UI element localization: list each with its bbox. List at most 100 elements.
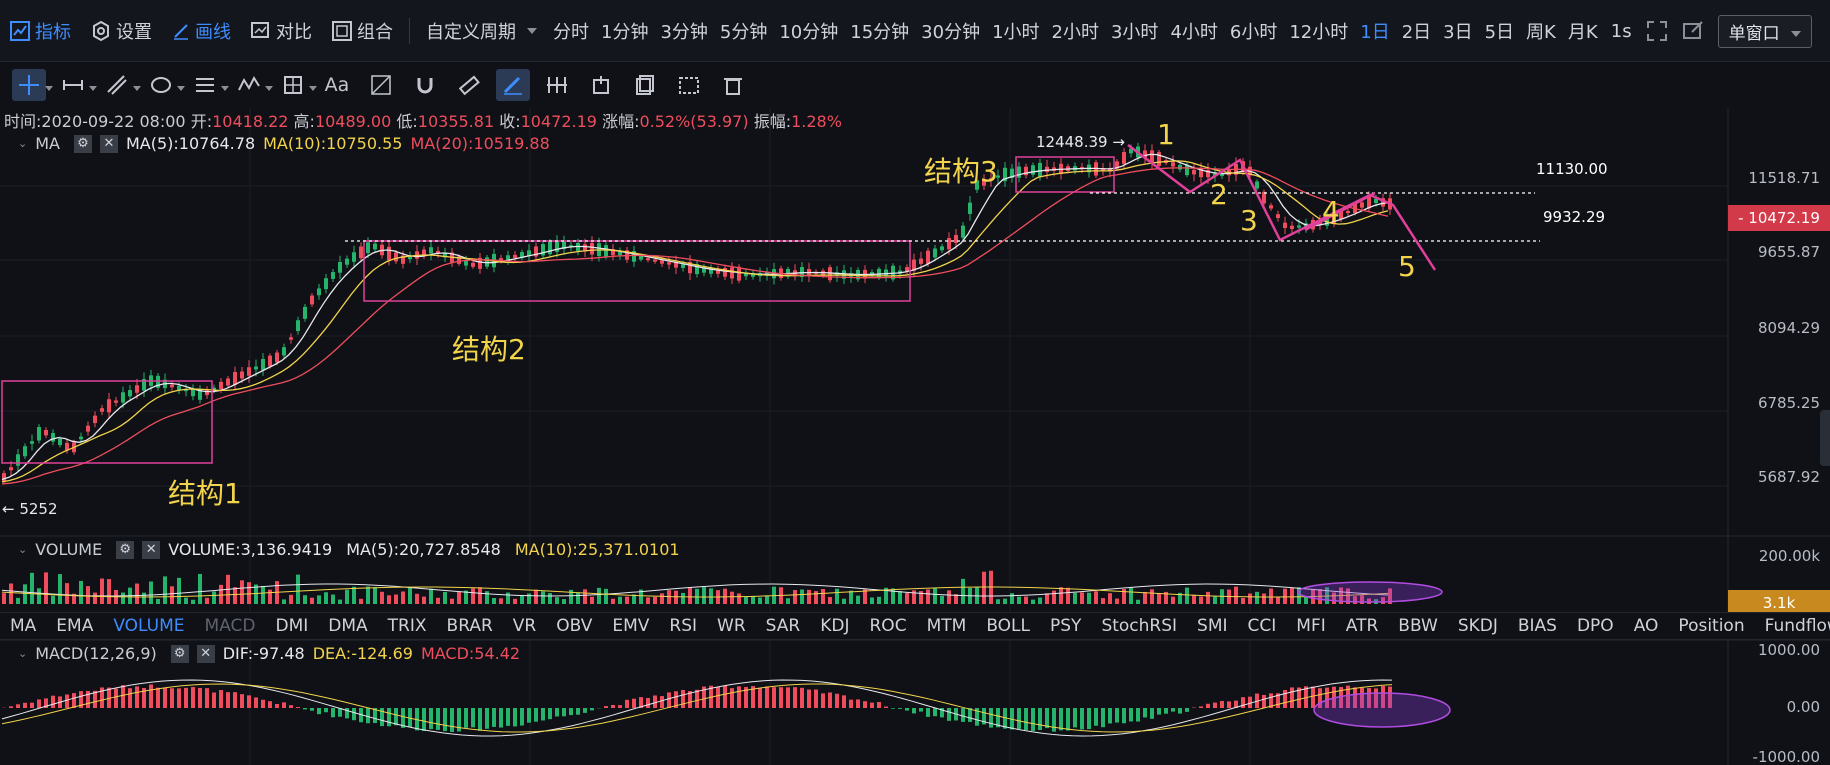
delete-tool[interactable]: [716, 69, 750, 101]
channel-tool[interactable]: [188, 69, 229, 101]
draw-button[interactable]: 画线: [162, 0, 241, 61]
indicator-tab-bbw[interactable]: BBW: [1398, 616, 1448, 636]
period-12[interactable]: 12小时: [1283, 18, 1354, 44]
refresh-interval[interactable]: 1s: [1611, 21, 1632, 42]
indicator-tab-brar[interactable]: BRAR: [447, 616, 503, 636]
period-11[interactable]: 6小时: [1224, 18, 1283, 44]
copy-tool[interactable]: [628, 69, 662, 101]
indicator-tab-stochrsi[interactable]: StochRSI: [1101, 616, 1187, 636]
wave-tool[interactable]: [232, 69, 273, 101]
period-10[interactable]: 4小时: [1164, 18, 1223, 44]
indicator-tab-mtm[interactable]: MTM: [927, 616, 977, 636]
indicators-button[interactable]: 指标: [0, 0, 81, 61]
period-2[interactable]: 3分钟: [654, 18, 713, 44]
indicator-tab-emv[interactable]: EMV: [612, 616, 659, 636]
indicator-tab-macd[interactable]: MACD: [205, 616, 266, 636]
collapse-arrow-icon[interactable]: ⌄: [18, 137, 27, 150]
text-tool[interactable]: Aa: [320, 69, 354, 101]
period-4[interactable]: 10分钟: [773, 18, 844, 44]
period-7[interactable]: 1小时: [986, 18, 1045, 44]
lock-tool[interactable]: [540, 69, 574, 101]
collapse-arrow-icon[interactable]: ⌄: [18, 543, 27, 556]
indicator-tab-dma[interactable]: DMA: [328, 616, 377, 636]
indicator-tab-volume[interactable]: VOLUME: [113, 616, 194, 636]
continuous-draw-tool[interactable]: [496, 69, 530, 101]
indicator-tab-vr[interactable]: VR: [513, 616, 546, 636]
period-13[interactable]: 1日: [1354, 18, 1395, 44]
volume-settings-icon[interactable]: ⚙: [116, 540, 135, 559]
combine-button[interactable]: 组合: [322, 0, 403, 61]
collapse-arrow-icon[interactable]: ⌄: [18, 647, 27, 660]
indicator-tab-trix[interactable]: TRIX: [388, 616, 437, 636]
indicator-tab-ema[interactable]: EMA: [56, 616, 103, 636]
indicator-tab-mfi[interactable]: MFI: [1296, 616, 1335, 636]
hide-tool[interactable]: [584, 69, 618, 101]
volume-close-icon[interactable]: ✕: [142, 540, 161, 559]
volume-bar: [261, 585, 265, 604]
macd-bar: [170, 688, 174, 708]
period-18[interactable]: 月K: [1562, 18, 1604, 44]
ruler-tool[interactable]: [452, 69, 486, 101]
indicator-tab-skdj[interactable]: SKDJ: [1458, 616, 1508, 636]
period-17[interactable]: 周K: [1520, 18, 1562, 44]
period-9[interactable]: 3小时: [1105, 18, 1164, 44]
indicator-tab-roc[interactable]: ROC: [870, 616, 917, 636]
indicator-tab-psy[interactable]: PSY: [1050, 616, 1091, 636]
period-6[interactable]: 30分钟: [915, 18, 986, 44]
indicator-tab-rsi[interactable]: RSI: [669, 616, 707, 636]
period-0[interactable]: 分时: [547, 18, 595, 44]
settings-button[interactable]: 设置: [81, 0, 162, 61]
period-8[interactable]: 2小时: [1046, 18, 1105, 44]
period-14[interactable]: 2日: [1396, 18, 1437, 44]
period-3[interactable]: 5分钟: [714, 18, 773, 44]
macd-bar: [919, 708, 923, 712]
indicator-tab-dmi[interactable]: DMI: [276, 616, 319, 636]
indicator-tab-boll[interactable]: BOLL: [986, 616, 1040, 636]
ma-settings-icon[interactable]: ⚙: [73, 134, 92, 153]
indicator-tab-wr[interactable]: WR: [717, 616, 756, 636]
compare-button[interactable]: 对比: [241, 0, 322, 61]
ma-close-icon[interactable]: ✕: [99, 134, 118, 153]
macd-bar: [485, 708, 489, 729]
trendline-tool[interactable]: [100, 69, 141, 101]
high-label: 高:: [293, 112, 315, 131]
horizontal-line-icon: [63, 80, 83, 90]
macd-bar: [205, 688, 209, 708]
indicator-tab-cci[interactable]: CCI: [1248, 616, 1287, 636]
custom-period-dropdown[interactable]: 自定义周期: [416, 0, 547, 61]
measure-tool[interactable]: [276, 69, 317, 101]
indicator-tab-bias[interactable]: BIAS: [1518, 616, 1567, 636]
period-15[interactable]: 3日: [1437, 18, 1478, 44]
period-5[interactable]: 15分钟: [844, 18, 915, 44]
macd-bar: [478, 708, 482, 731]
window-mode-select[interactable]: 单窗口: [1717, 14, 1812, 48]
macd-settings-icon[interactable]: ⚙: [170, 644, 189, 663]
volume-bar: [1269, 588, 1273, 604]
macd-close-icon[interactable]: ✕: [196, 644, 215, 663]
chart-canvas[interactable]: [0, 108, 1830, 765]
crosshair-tool[interactable]: [12, 69, 53, 101]
indicator-tab-ao[interactable]: AO: [1634, 616, 1669, 636]
screenshot-tool[interactable]: [672, 69, 706, 101]
indicator-tab-position[interactable]: Position: [1678, 616, 1754, 636]
indicator-tab-atr[interactable]: ATR: [1346, 616, 1389, 636]
indicator-tab-sar[interactable]: SAR: [766, 616, 811, 636]
indicator-tab-kdj[interactable]: KDJ: [820, 616, 859, 636]
macd-bar: [716, 686, 720, 708]
side-panel-toggle[interactable]: [1820, 410, 1830, 466]
period-1[interactable]: 1分钟: [595, 18, 654, 44]
indicator-tab-smi[interactable]: SMI: [1197, 616, 1237, 636]
indicator-tab-ma[interactable]: MA: [10, 616, 46, 636]
magnet-tool[interactable]: [408, 69, 442, 101]
popout-icon[interactable]: [1682, 20, 1704, 42]
pattern-tool[interactable]: [364, 69, 398, 101]
indicator-tab-dpo[interactable]: DPO: [1577, 616, 1624, 636]
indicator-tab-obv[interactable]: OBV: [556, 616, 602, 636]
volume-bar: [828, 597, 832, 604]
toolbar-divider: [409, 17, 410, 44]
fullscreen-icon[interactable]: [1646, 20, 1668, 42]
horizontal-line-tool[interactable]: [56, 69, 97, 101]
ellipse-tool[interactable]: [144, 69, 185, 101]
indicator-tab-fundflow[interactable]: Fundflow: [1765, 616, 1830, 636]
period-16[interactable]: 5日: [1479, 18, 1520, 44]
